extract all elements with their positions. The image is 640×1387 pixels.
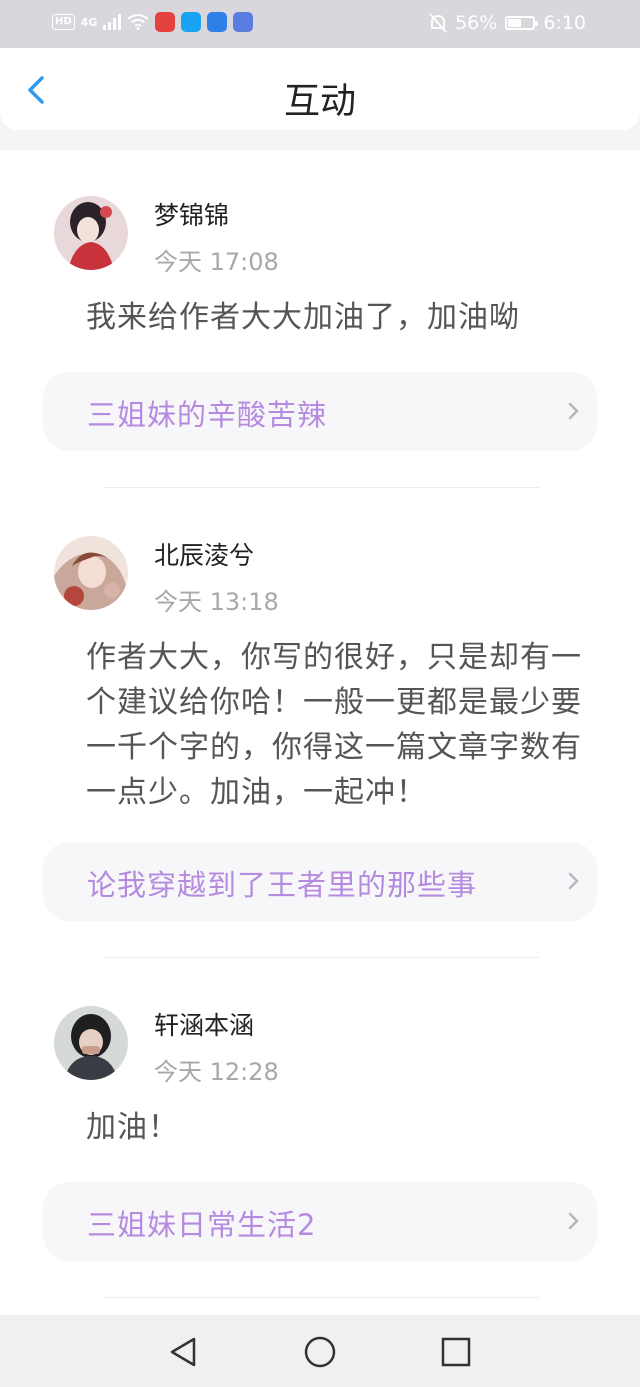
comment-list[interactable]: 梦锦锦 今天 17:08 我来给作者大大加油了，加油呦 三姐妹的辛酸苦辣 北辰淩…	[0, 150, 640, 1315]
comment-time: 今天 17:08	[154, 248, 279, 276]
user-name[interactable]: 梦锦锦	[154, 196, 229, 232]
article-title: 三姐妹的辛酸苦辣	[87, 398, 328, 432]
comment-time: 今天 13:18	[154, 588, 279, 616]
system-nav-bar	[0, 1315, 640, 1387]
nav-recents-icon[interactable]	[439, 1335, 473, 1369]
header: 互动	[0, 48, 640, 130]
comment-time: 今天 12:28	[154, 1058, 279, 1086]
avatar[interactable]	[54, 196, 128, 270]
bulb-app-icon	[207, 12, 228, 32]
article-title: 论我穿越到了王者里的那些事	[87, 868, 478, 902]
article-link[interactable]: 论我穿越到了王者里的那些事	[43, 842, 597, 921]
chevron-right-icon	[568, 1212, 579, 1230]
battery-level	[508, 19, 522, 27]
divider	[103, 1297, 539, 1298]
user-name[interactable]: 轩涵本涵	[154, 1006, 254, 1042]
comment-text: 加油！	[86, 1110, 179, 1145]
user-name[interactable]: 北辰淩兮	[154, 536, 254, 572]
chevron-right-icon	[568, 872, 579, 890]
wifi-icon	[127, 14, 149, 30]
battery-icon	[505, 16, 539, 30]
hd-indicator: HD	[52, 14, 75, 30]
article-link[interactable]: 三姐妹日常生活2	[43, 1182, 597, 1261]
search-app-icon	[181, 12, 202, 32]
page-title: 互动	[283, 81, 356, 122]
clock: 6:10	[543, 12, 586, 34]
avatar[interactable]	[54, 536, 128, 610]
music-app-icon	[233, 12, 254, 32]
comment-text: 作者大大，你写的很好，只是却有一个建议给你哈！一般一更都是最少要一千个字的，你得…	[86, 640, 582, 810]
network-indicator: 4G	[80, 15, 98, 29]
divider	[103, 957, 539, 958]
article-link[interactable]: 三姐妹的辛酸苦辣	[43, 372, 597, 451]
comment-text: 我来给作者大大加油了，加油呦	[86, 300, 520, 335]
battery-percent: 56%	[455, 12, 498, 34]
nav-home-icon[interactable]	[303, 1335, 337, 1369]
huawei-app-icon	[155, 12, 176, 32]
mute-bell-icon	[429, 13, 447, 33]
status-left: HD 4G	[52, 12, 254, 32]
article-title: 三姐妹日常生活2	[87, 1208, 317, 1242]
status-right: 56% 6:10	[429, 12, 586, 34]
divider	[103, 487, 539, 488]
nav-back-icon[interactable]	[166, 1335, 200, 1369]
chevron-right-icon	[568, 402, 579, 420]
status-bar: HD 4G 56% 6:10	[0, 0, 640, 48]
avatar[interactable]	[54, 1006, 128, 1080]
signal-icon	[103, 14, 122, 30]
